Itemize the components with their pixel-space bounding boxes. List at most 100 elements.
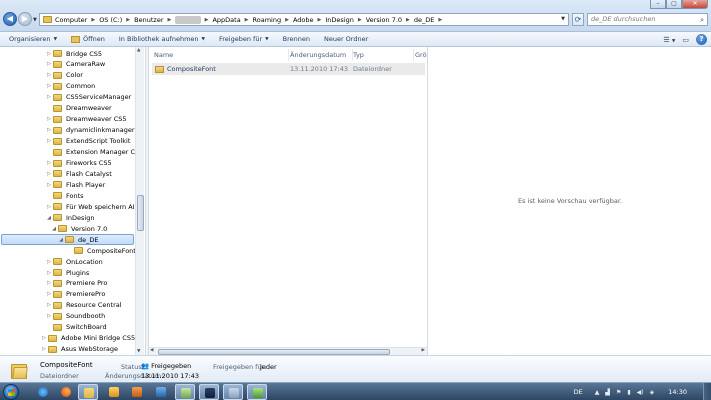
- maximize-button[interactable]: ▢: [666, 0, 682, 9]
- burn-button[interactable]: Brennen: [283, 35, 310, 43]
- tree-item[interactable]: ▷ Color: [46, 70, 83, 81]
- tree-item[interactable]: ▷ Dreamweaver CS5: [46, 114, 126, 125]
- collapsed-arrow-icon[interactable]: ▷: [41, 346, 47, 352]
- expanded-arrow-icon[interactable]: ◢: [46, 215, 52, 221]
- clock[interactable]: 14:30: [668, 388, 687, 396]
- collapsed-arrow-icon[interactable]: ▷: [46, 171, 52, 177]
- preview-pane-button[interactable]: ▭: [682, 36, 689, 44]
- breadcrumb-item[interactable]: OS (C:): [99, 16, 122, 24]
- column-header-modified[interactable]: Änderungsdatum: [290, 49, 353, 61]
- tree-item[interactable]: ▷ Premiere Pro: [46, 278, 107, 289]
- breadcrumb-item[interactable]: InDesign: [325, 16, 353, 24]
- taskbar-ie[interactable]: [33, 384, 53, 400]
- collapsed-arrow-icon[interactable]: ▷: [46, 83, 52, 89]
- start-button[interactable]: [3, 384, 19, 400]
- taskbar-app-3[interactable]: [151, 384, 171, 400]
- expanded-arrow-icon[interactable]: ◢: [58, 237, 64, 243]
- show-hidden-icons[interactable]: ▲: [595, 389, 600, 396]
- breadcrumb-item[interactable]: Benutzer: [134, 16, 163, 24]
- minimize-button[interactable]: –: [650, 0, 666, 9]
- add-to-library-button[interactable]: In Bibliothek aufnehmen ▼: [119, 35, 205, 43]
- horizontal-scrollbar[interactable]: ◀ ▶: [149, 347, 427, 355]
- breadcrumb-separator-icon[interactable]: ▶: [438, 17, 442, 23]
- tree-item[interactable]: ▷ Common: [46, 81, 95, 92]
- breadcrumb-item[interactable]: Roaming: [253, 16, 282, 24]
- flag-icon[interactable]: ⚑: [616, 389, 621, 396]
- collapsed-arrow-icon[interactable]: ▷: [46, 94, 52, 100]
- change-view-button[interactable]: ☰ ▼: [663, 36, 675, 44]
- collapsed-arrow-icon[interactable]: ▷: [46, 127, 52, 133]
- share-button[interactable]: Freigeben für ▼: [219, 35, 269, 43]
- search-input[interactable]: de_DE durchsuchen ⌕: [587, 13, 708, 26]
- collapsed-arrow-icon[interactable]: ▷: [46, 280, 52, 286]
- tree-item[interactable]: Fonts: [46, 190, 84, 201]
- tree-item[interactable]: SwitchBoard: [46, 322, 107, 333]
- breadcrumb-item[interactable]: de_DE: [414, 16, 435, 24]
- tree-item[interactable]: ▷ ExtendScript Toolkit: [46, 136, 130, 147]
- tree-item[interactable]: ▷ Flash Catalyst: [46, 168, 112, 179]
- tree-item[interactable]: ▷ Bridge CS5: [46, 48, 102, 59]
- collapsed-arrow-icon[interactable]: ▷: [46, 51, 52, 57]
- scroll-down-icon[interactable]: ▼: [137, 349, 140, 354]
- scroll-up-icon[interactable]: ▲: [137, 48, 140, 53]
- close-button[interactable]: ✕: [682, 0, 708, 9]
- scroll-left-icon[interactable]: ◀: [150, 348, 153, 353]
- breadcrumb-separator-icon[interactable]: ▶: [245, 17, 249, 23]
- collapsed-arrow-icon[interactable]: ▷: [46, 138, 52, 144]
- scroll-right-icon[interactable]: ▶: [422, 348, 425, 353]
- tree-item[interactable]: ◢ Version 7.0: [51, 223, 107, 234]
- organize-button[interactable]: Organisieren ▼: [9, 35, 57, 43]
- address-dropdown-icon[interactable]: ▼: [561, 16, 565, 22]
- nav-scrollbar[interactable]: ▲ ▼: [135, 47, 144, 355]
- expanded-arrow-icon[interactable]: ◢: [51, 226, 57, 232]
- breadcrumb-item[interactable]: Adobe: [293, 16, 314, 24]
- collapsed-arrow-icon[interactable]: ▷: [46, 116, 52, 122]
- taskbar-app-5[interactable]: [199, 384, 219, 400]
- breadcrumb-separator-icon[interactable]: ▶: [358, 17, 362, 23]
- collapsed-arrow-icon[interactable]: ▷: [46, 182, 52, 188]
- column-header-type[interactable]: Typ: [353, 49, 414, 61]
- help-button[interactable]: ?: [696, 34, 707, 45]
- collapsed-arrow-icon[interactable]: ▷: [46, 302, 52, 308]
- breadcrumb-item[interactable]: Version 7.0: [366, 16, 402, 24]
- collapsed-arrow-icon[interactable]: ▷: [46, 259, 52, 265]
- tree-item[interactable]: ▷ Adobe Mini Bridge CS5: [41, 333, 135, 344]
- taskbar-app-2[interactable]: [127, 384, 147, 400]
- tree-item[interactable]: ▷ OnLocation: [46, 256, 103, 267]
- tree-item[interactable]: ▷ Resource Central: [46, 300, 121, 311]
- language-indicator[interactable]: DE: [574, 388, 583, 396]
- breadcrumb-separator-icon[interactable]: ▶: [406, 17, 410, 23]
- tree-item[interactable]: ▷ CS5ServiceManager: [46, 92, 131, 103]
- tray-app-icon[interactable]: ◈: [650, 389, 655, 396]
- network-icon[interactable]: ▟: [605, 389, 610, 396]
- tree-item[interactable]: ▷ Asus WebStorage: [41, 344, 118, 355]
- collapsed-arrow-icon[interactable]: ▷: [46, 61, 52, 67]
- address-bar[interactable]: Computer ▶ OS (C:) ▶ Benutzer ▶ xxxxx ▶ AppData ▶…: [39, 13, 569, 26]
- breadcrumb-separator-icon[interactable]: ▶: [285, 17, 289, 23]
- breadcrumb-separator-icon[interactable]: ▶: [318, 17, 322, 23]
- tree-item[interactable]: ▷ Soundbooth: [46, 311, 105, 322]
- open-button[interactable]: Öffnen: [71, 35, 105, 43]
- taskbar-app-6[interactable]: [223, 384, 243, 400]
- refresh-button[interactable]: ⟳: [572, 13, 584, 26]
- collapsed-arrow-icon[interactable]: ▷: [46, 291, 52, 297]
- tree-item[interactable]: ◢ de_DE: [1, 234, 134, 246]
- breadcrumb-separator-icon[interactable]: ▶: [91, 17, 95, 23]
- tree-item[interactable]: ▷ Flash Player: [46, 179, 105, 190]
- collapsed-arrow-icon[interactable]: ▷: [46, 204, 52, 210]
- show-desktop-button[interactable]: [703, 383, 711, 400]
- tree-item[interactable]: ▷ Für Web speichern AI: [46, 201, 135, 212]
- collapsed-arrow-icon[interactable]: ▷: [46, 270, 52, 276]
- collapsed-arrow-icon[interactable]: ▷: [46, 72, 52, 78]
- table-row[interactable]: CompositeFont 13.11.2010 17:43 Dateiordn…: [152, 63, 425, 75]
- breadcrumb-separator-icon[interactable]: ▶: [205, 17, 209, 23]
- forward-button[interactable]: ▶: [18, 12, 32, 26]
- collapsed-arrow-icon[interactable]: ▷: [41, 335, 47, 341]
- collapsed-arrow-icon[interactable]: ▷: [46, 313, 52, 319]
- new-folder-button[interactable]: Neuer Ordner: [324, 35, 368, 43]
- taskbar-app-7[interactable]: [247, 384, 267, 400]
- back-button[interactable]: ◀: [3, 12, 17, 26]
- taskbar-firefox[interactable]: [56, 384, 76, 400]
- tree-item[interactable]: ▷ dynamiclinkmanager: [46, 125, 134, 136]
- tree-item[interactable]: ▷ Fireworks CS5: [46, 158, 112, 169]
